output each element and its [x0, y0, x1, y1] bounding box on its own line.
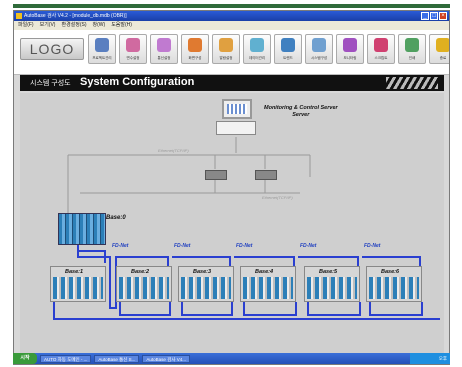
menu-item-window[interactable]: 창(W) — [93, 21, 106, 30]
base-node-1[interactable]: Base:1 — [50, 266, 106, 302]
system-tray-clock: 오후 — [410, 353, 450, 364]
system-diagram: Monitoring & Control Server Server Ether… — [20, 93, 444, 355]
server-workstation[interactable] — [216, 99, 256, 137]
toolbar-label-7: 트렌드 — [283, 56, 293, 60]
toolbar-button-5[interactable]: 알람설정 — [212, 34, 240, 64]
menu-item-settings[interactable]: 환경설정(S) — [61, 21, 86, 30]
window-title: AutoBase 검사 V4.2 - [module_db.mdb (OBR)] — [24, 13, 127, 19]
toolbar-label-9: 모니터링 — [343, 56, 357, 60]
start-button[interactable]: 시작 — [13, 353, 37, 364]
toolbar: LOGO 프로젝트관리 변수설정 통신설정 화면구성 알람설정 데이터관리 트렌드 시스템구성… — [14, 30, 449, 75]
taskbar-item-2[interactable]: AutoBase 통신 S... — [94, 354, 140, 363]
logo: LOGO — [20, 38, 84, 60]
maximize-button[interactable]: □ — [430, 12, 438, 20]
fdnet-label-3: FD-Net — [236, 243, 253, 249]
toolbar-label-4: 화면구성 — [188, 56, 202, 60]
fdnet-label-1: FD-Net — [112, 243, 129, 249]
app-window: AutoBase 검사 V4.2 - [module_db.mdb (OBR)]… — [13, 10, 450, 365]
plc-rack-2 — [119, 277, 169, 299]
toolbar-label-12: 종료 — [439, 56, 447, 60]
fdnet-label-2: FD-Net — [174, 243, 191, 249]
toolbar-icon-10 — [374, 38, 388, 52]
toolbar-button-4[interactable]: 화면구성 — [181, 34, 209, 64]
toolbar-icon-2 — [126, 38, 140, 52]
menu-item-file[interactable]: 파일(F) — [18, 21, 34, 30]
monitor-icon — [222, 99, 252, 119]
base0-label: Base:0 — [106, 215, 126, 221]
base-label-3: Base:3 — [193, 269, 212, 275]
plc-rack-4 — [243, 277, 293, 299]
base-node-3[interactable]: Base:3 — [178, 266, 234, 302]
plc-rack-5 — [307, 277, 357, 299]
network-switch-2[interactable] — [255, 170, 277, 180]
base-label-5: Base:5 — [319, 269, 338, 275]
toolbar-icon-6 — [250, 38, 264, 52]
toolbar-button-2[interactable]: 변수설정 — [119, 34, 147, 64]
taskbar-item-3[interactable]: AutoBase 검사 V4... — [142, 354, 190, 363]
plc-rack-3 — [181, 277, 231, 299]
minimize-button[interactable]: _ — [421, 12, 429, 20]
close-button[interactable]: × — [439, 12, 447, 20]
server-label-title: Monitoring & Control Server — [264, 105, 338, 111]
toolbar-button-1[interactable]: 프로젝트관리 — [88, 34, 116, 64]
toolbar-label-11: 인쇄 — [408, 56, 416, 60]
toolbar-button-10[interactable]: 스크립트 — [367, 34, 395, 64]
toolbar-button-11[interactable]: 인쇄 — [398, 34, 426, 64]
toolbar-icon-7 — [281, 38, 295, 52]
toolbar-icon-1 — [95, 38, 109, 52]
toolbar-icon-9 — [343, 38, 357, 52]
toolbar-icon-3 — [157, 38, 171, 52]
base-node-2[interactable]: Base:2 — [116, 266, 172, 302]
app-icon — [16, 13, 22, 19]
taskbar-item-1[interactable]: AUTO 자동 도메인 - ... — [40, 354, 92, 363]
server-base-icon — [216, 121, 256, 135]
toolbar-button-9[interactable]: 모니터링 — [336, 34, 364, 64]
base0-plc-rack[interactable] — [58, 213, 106, 245]
base-label-1: Base:1 — [65, 269, 84, 275]
toolbar-buttons: 프로젝트관리 변수설정 통신설정 화면구성 알람설정 데이터관리 트렌드 시스템구성 모니터링 스… — [88, 34, 449, 64]
toolbar-button-3[interactable]: 통신설정 — [150, 34, 178, 64]
menu-item-help[interactable]: 도움말(H) — [111, 21, 132, 30]
ethernet-label-bottom: Ethernet(TCP/IP) — [262, 195, 293, 200]
menu-item-view[interactable]: 보기(V) — [40, 21, 56, 30]
base-node-6[interactable]: Base:6 — [366, 266, 422, 302]
toolbar-label-8: 시스템구성 — [310, 56, 328, 60]
page-banner: 시스템 구성도 System Configuration — [20, 75, 444, 91]
toolbar-button-12[interactable]: 종료 — [429, 34, 449, 64]
server-label: Monitoring & Control Server Server — [264, 105, 338, 119]
base-label-2: Base:2 — [131, 269, 150, 275]
toolbar-icon-4 — [188, 38, 202, 52]
toolbar-icon-5 — [219, 38, 233, 52]
top-green-bar — [13, 4, 450, 8]
plc-rack-1 — [53, 277, 103, 299]
menu-bar: 파일(F) 보기(V) 환경설정(S) 창(W) 도움말(H) — [14, 21, 449, 30]
plc-rack-6 — [369, 277, 419, 299]
toolbar-icon-12 — [436, 38, 449, 52]
toolbar-button-6[interactable]: 데이터관리 — [243, 34, 271, 64]
base-label-6: Base:6 — [381, 269, 400, 275]
toolbar-label-6: 데이터관리 — [248, 56, 266, 60]
ethernet-label-top: Ethernet(TCP/IP) — [158, 148, 189, 153]
fdnet-label-5: FD-Net — [364, 243, 381, 249]
page-title: System Configuration — [80, 76, 195, 88]
toolbar-label-3: 통신설정 — [157, 56, 171, 60]
toolbar-button-7[interactable]: 트렌드 — [274, 34, 302, 64]
toolbar-button-8[interactable]: 시스템구성 — [305, 34, 333, 64]
toolbar-icon-8 — [312, 38, 326, 52]
server-label-sub: Server — [292, 112, 310, 118]
base-label-4: Base:4 — [255, 269, 274, 275]
toolbar-label-2: 변수설정 — [126, 56, 140, 60]
base-node-4[interactable]: Base:4 — [240, 266, 296, 302]
fdnet-label-4: FD-Net — [300, 243, 317, 249]
toolbar-label-5: 알람설정 — [219, 56, 233, 60]
toolbar-icon-11 — [405, 38, 419, 52]
banner-decoration — [386, 77, 438, 89]
taskbar: 시작 AUTO 자동 도메인 - ... AutoBase 통신 S... Au… — [13, 353, 450, 364]
toolbar-label-10: 스크립트 — [374, 56, 388, 60]
base-node-5[interactable]: Base:5 — [304, 266, 360, 302]
toolbar-label-1: 프로젝트관리 — [92, 56, 112, 60]
network-switch-1[interactable] — [205, 170, 227, 180]
banner-korean-title: 시스템 구성도 — [30, 80, 71, 87]
title-bar: AutoBase 검사 V4.2 - [module_db.mdb (OBR)]… — [14, 11, 449, 21]
